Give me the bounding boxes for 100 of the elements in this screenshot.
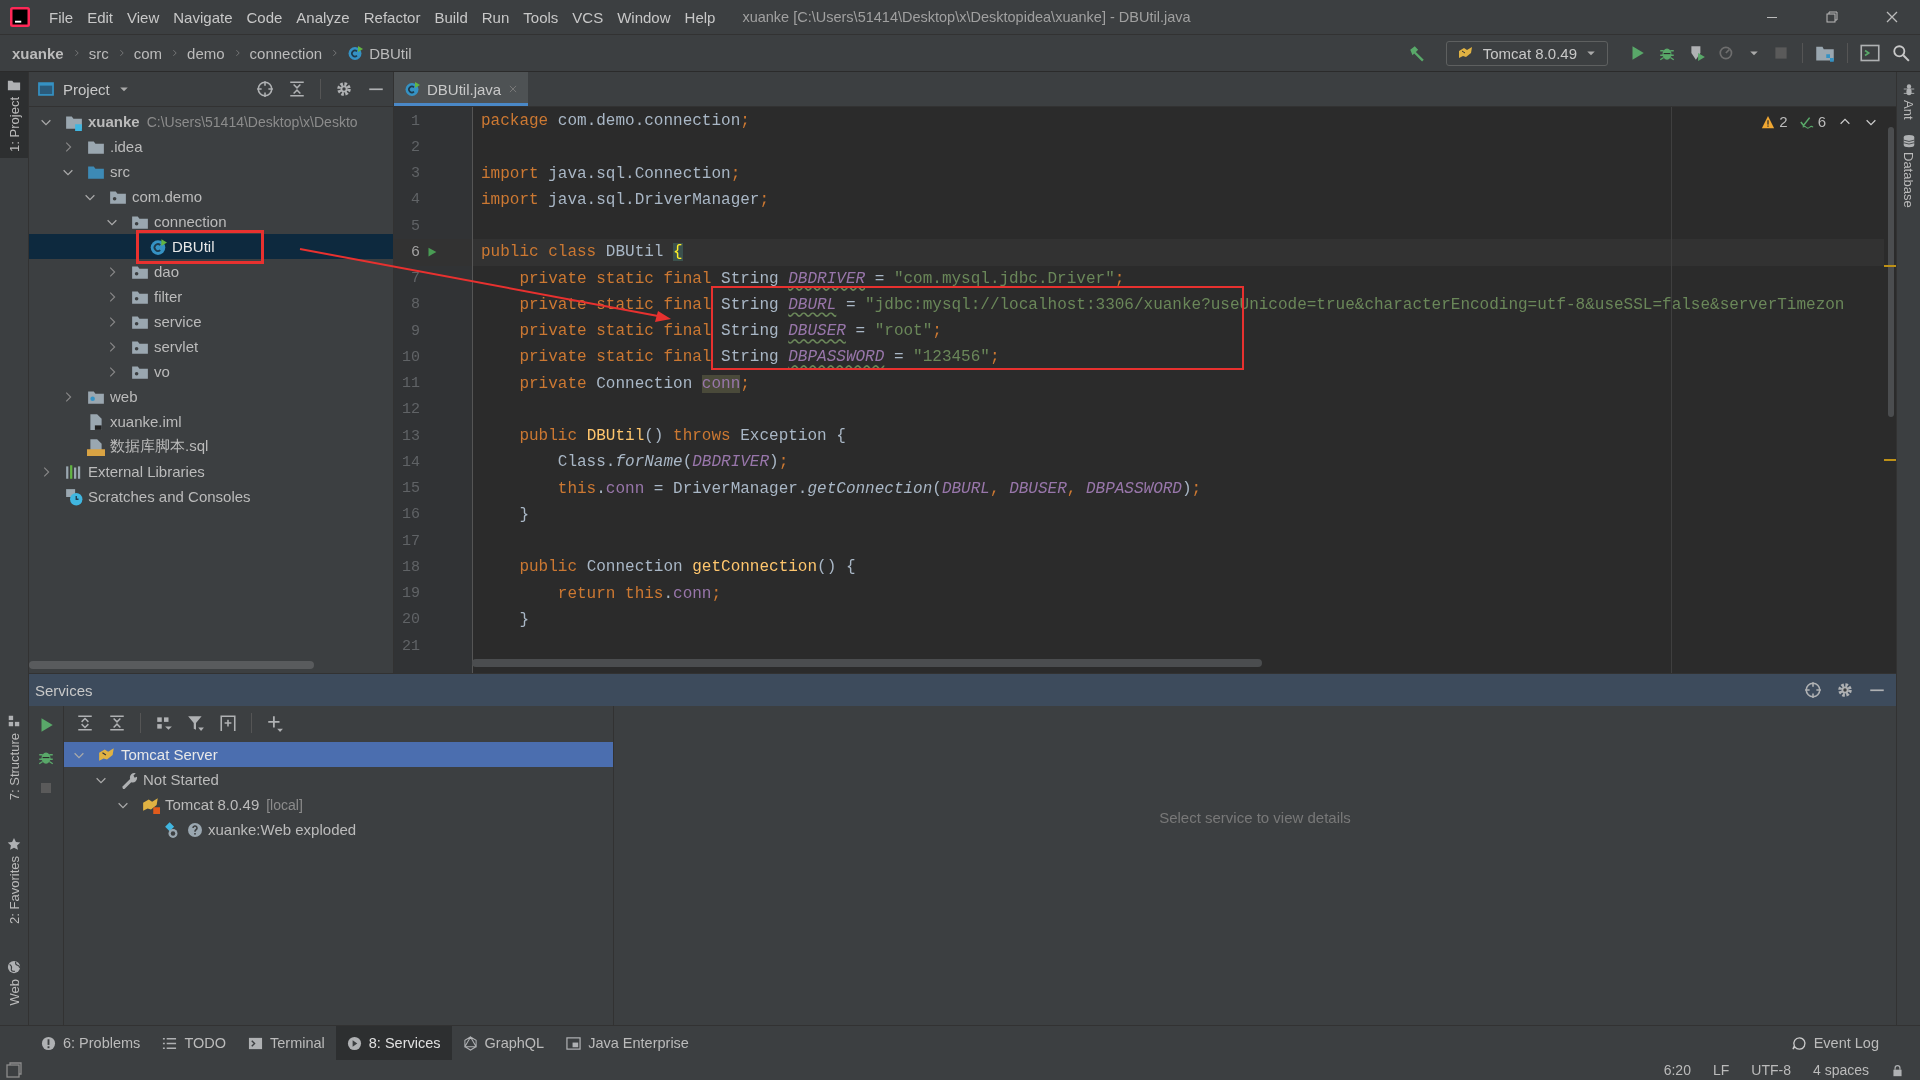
tree-item[interactable]: Tomcat Server	[121, 746, 218, 763]
tree-item[interactable]: src	[110, 163, 130, 180]
menu-item[interactable]: Run	[474, 8, 517, 26]
scrollbar-thumb[interactable]	[1888, 127, 1894, 417]
warning-marker[interactable]	[1884, 265, 1896, 267]
scrollbar-thumb[interactable]	[472, 659, 1262, 667]
menu-item[interactable]: Analyze	[289, 8, 357, 26]
tool-window-tab[interactable]: 8: Services	[335, 1026, 452, 1060]
tree-item[interactable]: dao	[154, 263, 180, 280]
expand-all-icon[interactable]	[76, 714, 94, 732]
tree-item[interactable]: service	[154, 313, 202, 330]
tree-item[interactable]: .idea	[110, 138, 143, 155]
menu-item[interactable]: Refactor	[356, 8, 428, 26]
collapse-all-icon[interactable]	[108, 714, 126, 732]
tool-window-tab[interactable]: Database	[1901, 133, 1916, 208]
tree-item[interactable]: connection	[154, 213, 227, 230]
tool-window-tab[interactable]: 7: Structure	[0, 708, 28, 807]
wrench-icon	[120, 770, 138, 789]
tree-item[interactable]: Not Started	[143, 771, 219, 788]
code-line: }	[518, 505, 529, 524]
tree-item[interactable]: Tomcat 8.0.49	[165, 796, 260, 813]
code-line: return this.conn;	[556, 584, 722, 603]
breadcrumb[interactable]: demo	[187, 44, 225, 62]
tree-item[interactable]: web	[110, 388, 138, 405]
tree-item[interactable]: vo	[154, 363, 170, 380]
code-line: import java.sql.Connection;	[481, 164, 741, 183]
panel-toggle-icon[interactable]	[6, 1062, 22, 1078]
run-configuration-dropdown[interactable]: Tomcat 8.0.49	[1445, 40, 1608, 66]
tree-item[interactable]: servlet	[154, 338, 199, 355]
menu-item[interactable]: Window	[610, 8, 678, 26]
status-item[interactable]: LF	[1712, 1062, 1730, 1078]
tree-item[interactable]: DBUtil	[172, 238, 215, 255]
new-tab-icon[interactable]	[219, 714, 237, 732]
ant-icon	[1901, 82, 1916, 96]
close-icon[interactable]	[1884, 9, 1900, 25]
tool-window-tab[interactable]: Web	[0, 953, 28, 1011]
status-item[interactable]: 6:20	[1663, 1062, 1691, 1078]
tool-window-tab[interactable]: Ant	[1901, 82, 1916, 120]
code-line: private static final String DBUSER = "root";	[518, 322, 942, 341]
star-icon	[7, 836, 21, 851]
tree-item[interactable]: filter	[154, 288, 183, 305]
status-item[interactable]: 4 spaces	[1812, 1062, 1869, 1078]
add-icon[interactable]	[266, 714, 284, 732]
tool-window-tab[interactable]: Terminal	[237, 1026, 336, 1060]
collapse-icon[interactable]	[288, 80, 306, 98]
event-log-tab[interactable]: Event Log	[1780, 1035, 1890, 1051]
scratches-icon	[65, 487, 83, 506]
menu-item[interactable]: Build	[427, 8, 475, 26]
tree-item[interactable]: xuanke	[88, 113, 140, 130]
tree-item[interactable]: xuanke:Web exploded	[208, 821, 357, 838]
menu-item[interactable]: Help	[677, 8, 723, 26]
hexagon-icon	[462, 1035, 478, 1051]
target-icon[interactable]	[1804, 681, 1822, 699]
file-tab[interactable]: DBUtil.java	[394, 72, 529, 106]
breadcrumb[interactable]: xuanke	[12, 44, 64, 62]
search-icon[interactable]	[1892, 44, 1910, 62]
breadcrumb[interactable]: src	[88, 44, 109, 62]
question-icon	[187, 821, 203, 838]
tree-item[interactable]: com.demo	[132, 188, 203, 205]
app-logo-icon[interactable]	[10, 7, 30, 27]
menu-item[interactable]: Tools	[516, 8, 566, 26]
scrollbar-thumb[interactable]	[29, 661, 314, 669]
filter-icon[interactable]	[187, 714, 205, 732]
settings-icon[interactable]	[1836, 681, 1854, 699]
tool-window-tab[interactable]: 6: Problems	[30, 1026, 152, 1060]
tool-window-tab[interactable]: TODO	[151, 1026, 237, 1060]
sql-file-icon	[87, 437, 105, 456]
typo-count[interactable]: 6	[1799, 113, 1826, 130]
class-icon	[149, 237, 167, 256]
hammer-icon[interactable]	[1407, 44, 1426, 62]
coverage-icon[interactable]	[1688, 44, 1706, 62]
menu-item[interactable]: Edit	[80, 8, 121, 26]
target-icon[interactable]	[256, 80, 274, 98]
tree-item[interactable]: xuanke.iml	[110, 413, 182, 430]
menu-item[interactable]: File	[42, 8, 81, 26]
menu-item[interactable]: View	[120, 8, 167, 26]
terminal-icon[interactable]	[1860, 43, 1880, 63]
tool-window-tab[interactable]: 2: Favorites	[0, 830, 28, 930]
selected-tree-row[interactable]: Tomcat Server	[64, 742, 613, 767]
breadcrumb[interactable]: connection	[249, 44, 323, 62]
restore-icon[interactable]	[1824, 9, 1840, 25]
tool-window-tab[interactable]: GraphQL	[451, 1026, 556, 1060]
status-item[interactable]: UTF-8	[1751, 1062, 1791, 1078]
settings-icon[interactable]	[335, 80, 353, 98]
group-icon[interactable]	[155, 714, 173, 732]
lock-icon[interactable]	[1891, 1063, 1904, 1077]
tree-item[interactable]: 数据库脚本.sql	[110, 437, 209, 456]
menu-item[interactable]: VCS	[565, 8, 611, 26]
menu-item[interactable]: Code	[239, 8, 290, 26]
menu-item[interactable]: Navigate	[166, 8, 240, 26]
tool-window-tab[interactable]: 1: Project	[0, 72, 28, 158]
tool-window-tab[interactable]: Java Enterprise	[555, 1026, 700, 1060]
breadcrumb[interactable]: DBUtil	[369, 44, 412, 62]
tree-item[interactable]: External Libraries	[88, 463, 205, 480]
warning-count[interactable]: 2	[1761, 113, 1788, 130]
breadcrumb[interactable]: com	[133, 44, 163, 62]
warning-marker[interactable]	[1884, 459, 1896, 461]
panel-title-dropdown[interactable]: Project	[37, 80, 130, 98]
list-icon	[162, 1035, 178, 1051]
tree-item[interactable]: Scratches and Consoles	[88, 488, 251, 505]
